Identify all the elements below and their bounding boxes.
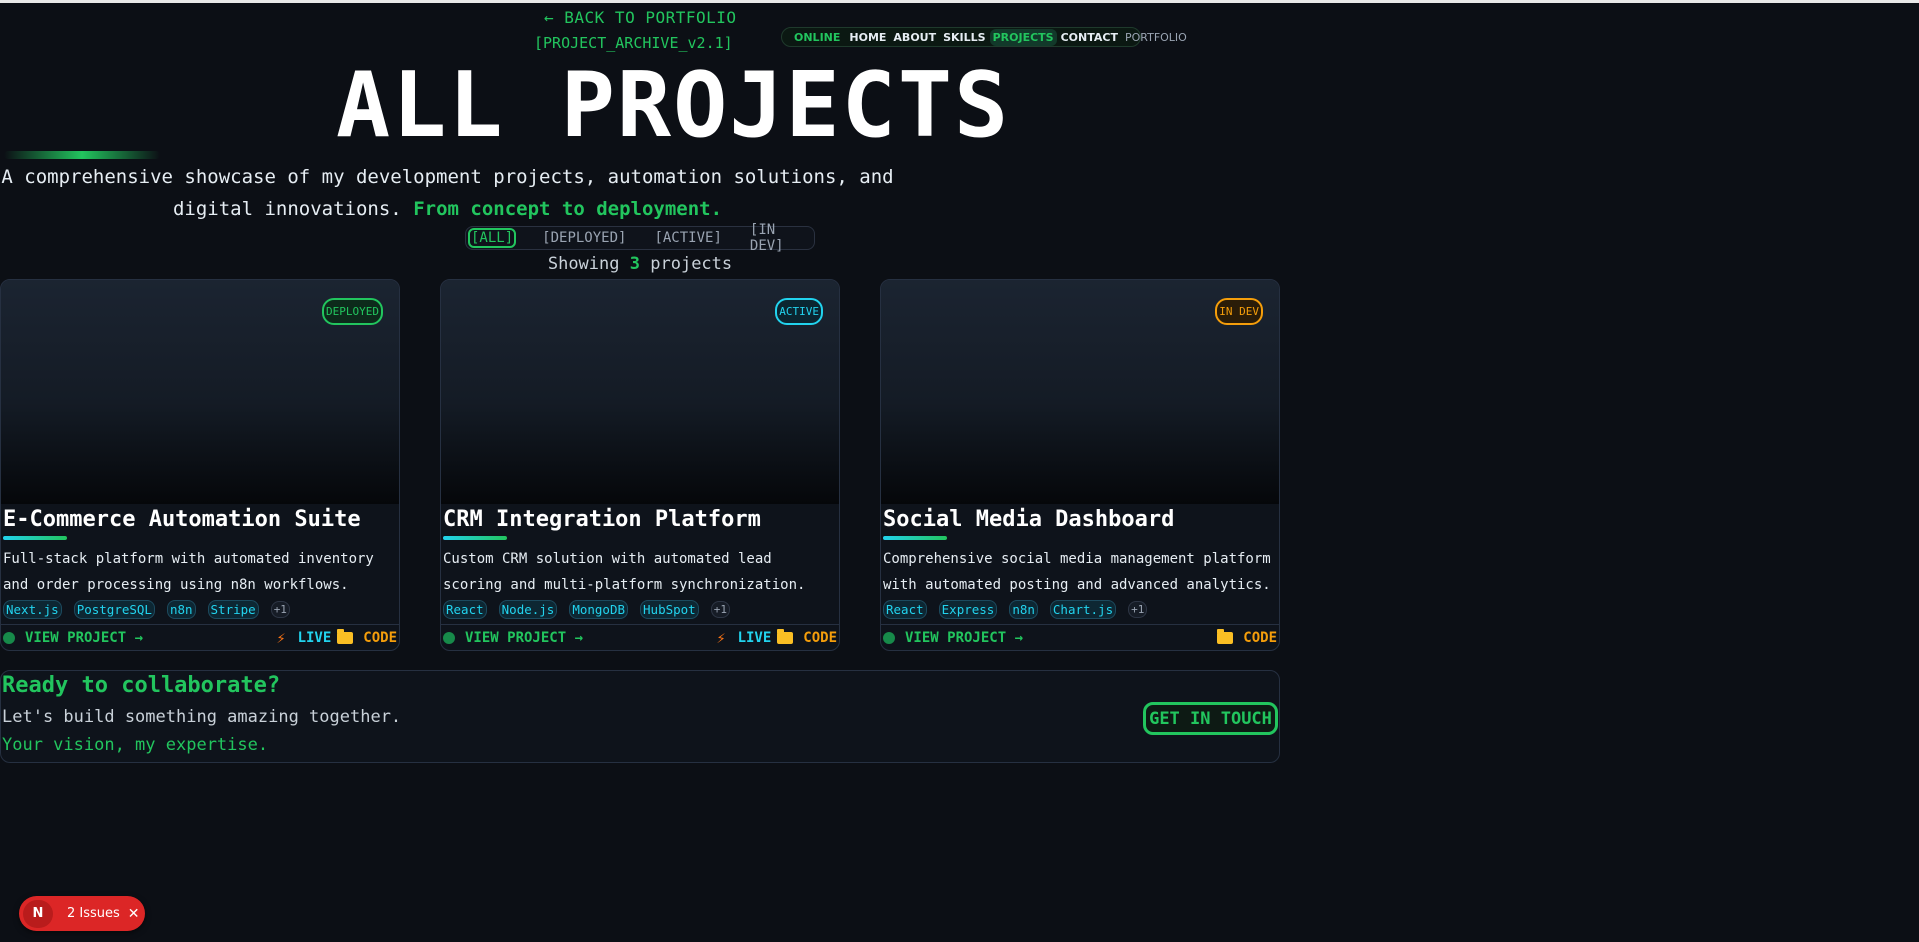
- tech-tag: n8n: [1009, 599, 1038, 619]
- live-link[interactable]: LIVE: [298, 630, 332, 646]
- view-project-link[interactable]: VIEW PROJECT →: [465, 630, 583, 646]
- project-description: Comprehensive social media management pl…: [883, 551, 1271, 593]
- showing-prefix: Showing: [547, 254, 620, 274]
- collaborate-section: Ready to collaborate? Let's build someth…: [0, 670, 1280, 763]
- showing-suffix: projects: [650, 254, 733, 274]
- showing-count: 3: [629, 254, 640, 274]
- filter-in-dev[interactable]: [IN DEV]: [748, 221, 812, 255]
- status-dot: [3, 631, 15, 644]
- subtitle-accent: From concept to deployment.: [413, 198, 723, 220]
- tech-tag: HubSpot: [640, 599, 699, 619]
- close-icon[interactable]: ✕: [128, 906, 140, 922]
- tech-tag: PostgreSQL: [73, 599, 155, 619]
- nav-item-about[interactable]: ABOUT: [890, 29, 939, 46]
- project-title[interactable]: E-Commerce Automation Suite: [1, 504, 399, 534]
- nav-item-home[interactable]: HOME: [846, 29, 889, 46]
- card-footer: VIEW PROJECT → ⚡ LIVE CODE: [441, 624, 839, 650]
- more-tags-badge: +1: [270, 600, 290, 618]
- project-card[interactable]: ACTIVE CRM Integration Platform Custom C…: [440, 279, 840, 651]
- project-card[interactable]: IN DEV Social Media Dashboard Comprehens…: [880, 279, 1280, 651]
- code-link[interactable]: CODE: [363, 630, 397, 646]
- status-dot: [443, 631, 455, 644]
- project-card[interactable]: DEPLOYED E-Commerce Automation Suite Ful…: [0, 279, 400, 651]
- nextjs-logo-icon: N: [23, 899, 53, 928]
- archive-version-label: [PROJECT_ARCHIVE_v2.1]: [534, 34, 733, 52]
- back-to-portfolio-link[interactable]: ← BACK TO PORTFOLIO: [544, 8, 737, 27]
- project-description: Full-stack platform with automated inven…: [3, 551, 374, 593]
- project-thumbnail: DEPLOYED: [1, 280, 399, 504]
- status-badge: ACTIVE: [775, 298, 823, 325]
- top-nav: ONLINE HOME ABOUT SKILLS PROJECTS CONTAC…: [781, 27, 1187, 47]
- filter-deployed[interactable]: [DEPLOYED]: [540, 229, 628, 247]
- cta-tagline: Your vision, my expertise.: [2, 735, 269, 755]
- tech-tag: React: [883, 599, 927, 619]
- tech-tag: Express: [938, 599, 998, 619]
- card-actions: ⚡ LIVE CODE: [276, 628, 397, 647]
- nav-item-skills[interactable]: SKILLS: [940, 29, 988, 46]
- tech-tags: React Node.js MongoDB HubSpot +1: [441, 598, 839, 620]
- live-link[interactable]: LIVE: [738, 630, 772, 646]
- dev-issues-badge[interactable]: N 2 Issues ✕: [19, 896, 145, 931]
- get-in-touch-button[interactable]: GET IN TOUCH: [1143, 702, 1278, 735]
- view-project-link[interactable]: VIEW PROJECT →: [25, 630, 143, 646]
- card-footer: VIEW PROJECT → CODE: [881, 624, 1279, 650]
- issues-label: 2 Issues: [67, 906, 120, 921]
- tech-tags: Next.js PostgreSQL n8n Stripe +1: [1, 598, 399, 620]
- nav-item-projects[interactable]: PROJECTS: [989, 28, 1057, 46]
- top-border: [0, 0, 1919, 3]
- title-underline: [3, 536, 67, 540]
- status-badge: IN DEV: [1215, 298, 1263, 325]
- card-actions: CODE: [1215, 628, 1277, 646]
- cta-title: Ready to collaborate?: [2, 673, 281, 698]
- status-badge: DEPLOYED: [322, 298, 383, 325]
- status-dot: [883, 631, 895, 644]
- nav-item-portfolio[interactable]: PORTFOLIO: [1122, 29, 1190, 46]
- folder-icon: [1217, 628, 1234, 644]
- project-count: Showing 3 projects: [0, 254, 1280, 274]
- tech-tag: Chart.js: [1049, 599, 1117, 619]
- nav-item-contact[interactable]: CONTACT: [1058, 29, 1121, 46]
- tech-tag: Node.js: [498, 599, 558, 619]
- folder-icon: [337, 628, 354, 644]
- page-title: ALL PROJECTS: [336, 53, 1011, 158]
- card-footer: VIEW PROJECT → ⚡ LIVE CODE: [1, 624, 399, 650]
- online-status-label: ONLINE: [794, 30, 841, 44]
- tech-tag: n8n: [166, 599, 196, 619]
- tech-tag: MongoDB: [569, 599, 629, 619]
- project-title[interactable]: Social Media Dashboard: [881, 504, 1279, 534]
- more-tags-badge: +1: [710, 600, 730, 618]
- filter-active[interactable]: [ACTIVE]: [652, 229, 723, 247]
- view-project-link[interactable]: VIEW PROJECT →: [905, 630, 1023, 646]
- project-thumbnail: ACTIVE: [441, 280, 839, 504]
- filter-all[interactable]: [ALL]: [468, 228, 517, 248]
- lightning-icon: ⚡: [276, 628, 286, 647]
- lightning-icon: ⚡: [716, 628, 726, 647]
- card-actions: ⚡ LIVE CODE: [716, 628, 837, 647]
- tech-tags: React Express n8n Chart.js +1: [881, 598, 1279, 620]
- folder-icon: [777, 628, 794, 644]
- title-accent-bar: [4, 151, 160, 159]
- code-link[interactable]: CODE: [1243, 630, 1277, 646]
- page-subtitle: A comprehensive showcase of my developme…: [0, 161, 895, 225]
- title-underline: [443, 536, 507, 540]
- code-link[interactable]: CODE: [803, 630, 837, 646]
- project-filter-bar: [ALL] [DEPLOYED] [ACTIVE] [IN DEV]: [465, 222, 815, 254]
- tech-tag: React: [443, 599, 487, 619]
- project-title[interactable]: CRM Integration Platform: [441, 504, 839, 534]
- tech-tag: Stripe: [207, 599, 259, 619]
- project-thumbnail: IN DEV: [881, 280, 1279, 504]
- more-tags-badge: +1: [1128, 600, 1148, 618]
- tech-tag: Next.js: [3, 599, 62, 619]
- project-description: Custom CRM solution with automated lead …: [443, 551, 806, 593]
- title-underline: [883, 536, 947, 540]
- cta-subtitle: Let's build something amazing together.: [2, 707, 402, 727]
